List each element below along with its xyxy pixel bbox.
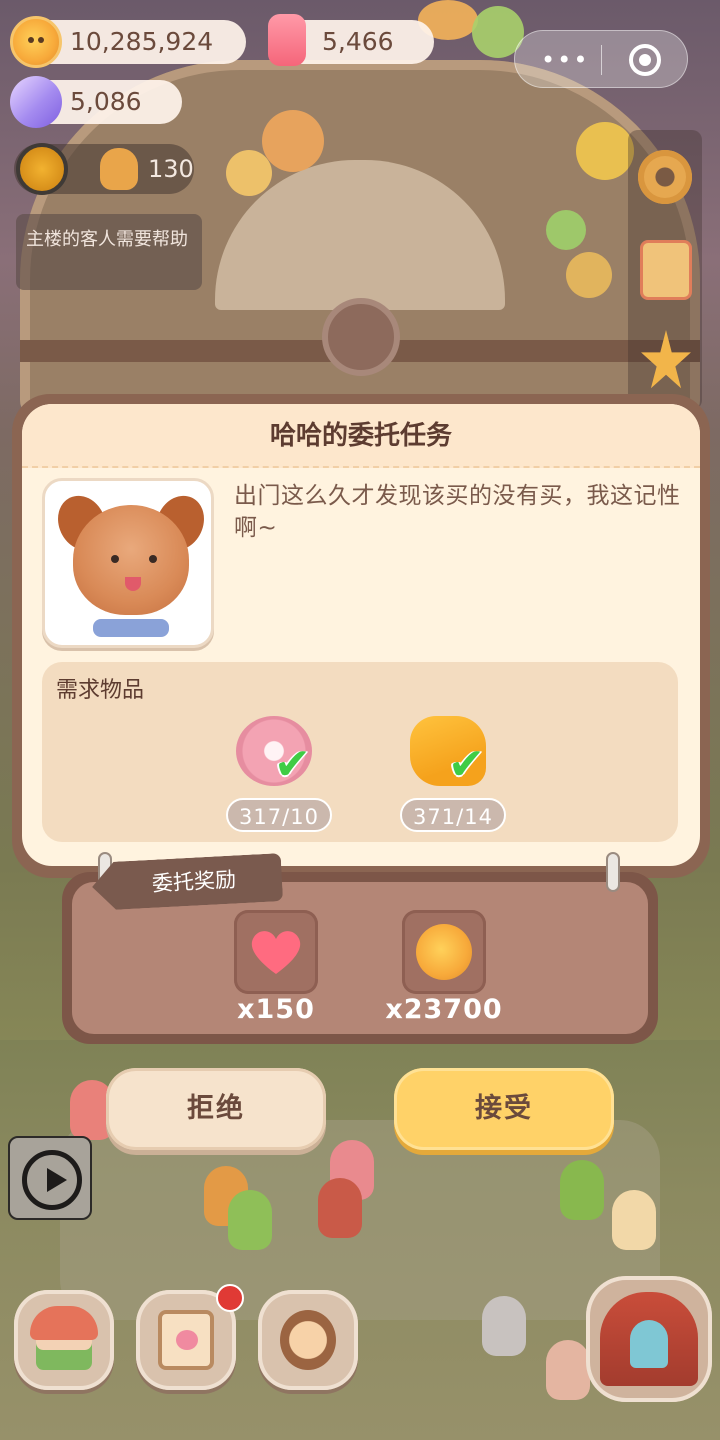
- capsule-divider: [601, 45, 602, 75]
- balloon: [226, 150, 272, 196]
- npc-character[interactable]: [560, 1160, 604, 1220]
- reward-slot-cookie[interactable]: [402, 910, 486, 994]
- theater-button[interactable]: [586, 1276, 712, 1402]
- house-icon: [30, 1306, 98, 1370]
- guest-avatar-icon: [100, 148, 138, 190]
- more-dots-icon[interactable]: •••: [541, 48, 589, 72]
- requirements-box: 需求物品 ✔ 317/10 ✔ 371/14: [42, 662, 678, 842]
- candle-count: 5,466: [322, 27, 394, 56]
- guest-level-row[interactable]: 130: [14, 143, 194, 195]
- dog-eye-icon: [111, 555, 119, 563]
- npc-character[interactable]: [482, 1296, 526, 1356]
- mini-program-capsule: •••: [514, 30, 688, 88]
- candle-icon: [268, 14, 306, 66]
- npc-character[interactable]: [318, 1178, 362, 1238]
- guest-notice[interactable]: 主楼的客人需要帮助: [16, 214, 202, 290]
- gem-count: 5,086: [70, 87, 142, 116]
- event-badge-icon[interactable]: [640, 240, 692, 300]
- requirements-label: 需求物品: [56, 678, 145, 703]
- characters-button[interactable]: [258, 1290, 358, 1390]
- item-count: 317/10: [226, 798, 332, 832]
- cookie-count: 10,285,924: [70, 27, 214, 56]
- cookie-icon: [10, 16, 62, 68]
- notification-dot: [216, 1284, 244, 1312]
- reward-label: 委托奖励: [91, 853, 283, 911]
- dog-face-icon: [73, 505, 189, 615]
- hamster-icon: [280, 1310, 336, 1370]
- client-portrait: [42, 478, 214, 648]
- check-icon: ✔: [448, 739, 485, 790]
- video-button[interactable]: [8, 1136, 92, 1220]
- balloon: [546, 210, 586, 250]
- heart-icon: [248, 928, 304, 976]
- check-icon: ✔: [274, 739, 311, 790]
- balloon: [566, 252, 612, 298]
- guest-count: 130: [148, 155, 194, 183]
- dog-collar-icon: [93, 619, 169, 637]
- npc-character[interactable]: [546, 1340, 590, 1400]
- dog-eye-icon: [149, 555, 157, 563]
- balloon: [576, 122, 634, 180]
- accept-button[interactable]: 接受: [394, 1068, 614, 1150]
- reward-qty-cookie: x23700: [385, 994, 503, 1025]
- sun-icon: [16, 143, 68, 195]
- dialog-title: 哈哈的委托任务: [269, 421, 452, 451]
- reject-button[interactable]: 拒绝: [106, 1068, 326, 1150]
- balloon: [262, 110, 324, 172]
- quest-description: 出门这么久才发现该买的没有买，我这记性啊~: [234, 483, 681, 541]
- commission-dialog: 哈哈的委托任务 出门这么久才发现该买的没有买，我这记性啊~ 需求物品 ✔ 317…: [22, 404, 700, 866]
- required-item-donut[interactable]: ✔ 317/10: [218, 702, 338, 832]
- house-button[interactable]: [14, 1290, 114, 1390]
- gem-icon: [10, 76, 62, 128]
- reward-qty-heart: x150: [237, 994, 315, 1025]
- play-icon: [22, 1150, 82, 1210]
- gear-icon[interactable]: [638, 150, 692, 204]
- npc-character[interactable]: [612, 1190, 656, 1250]
- cookie-icon: [416, 924, 472, 980]
- board-peg: [606, 852, 620, 892]
- item-count: 371/14: [400, 798, 506, 832]
- building-wheel-ornament: [322, 298, 400, 376]
- theater-icon: [600, 1292, 698, 1386]
- reward-slot-heart[interactable]: [234, 910, 318, 994]
- npc-character[interactable]: [228, 1190, 272, 1250]
- notebook-icon: [158, 1310, 214, 1370]
- required-item-bread[interactable]: ✔ 371/14: [392, 702, 512, 832]
- close-target-icon[interactable]: [629, 44, 661, 76]
